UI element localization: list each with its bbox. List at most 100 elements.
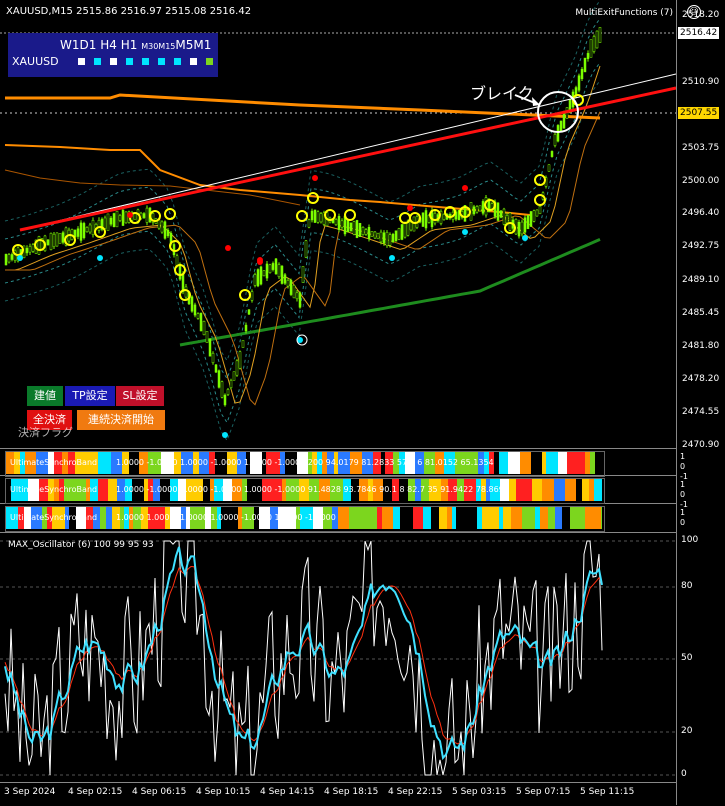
candle-body (550, 151, 554, 157)
candle-body (49, 232, 53, 250)
candle-body (532, 210, 536, 222)
candle-body (364, 229, 368, 235)
tf-m30[interactable]: M30 (141, 42, 158, 51)
candle-body (592, 36, 596, 52)
candle-body (190, 296, 194, 312)
price-tick: 2510.90 (682, 77, 720, 87)
candle-body (202, 321, 206, 335)
candle-body (421, 212, 425, 227)
orange-ma-mid (4, 144, 531, 216)
tf-d1[interactable]: D1 (80, 38, 97, 52)
candle-body (433, 212, 437, 224)
price-axis[interactable]: 2518.20 2510.90 2503.75 2500.00 2496.40 2492.… (676, 0, 725, 805)
price-tick: 2474.55 (682, 407, 720, 417)
candle-body (292, 285, 296, 299)
candle-body (181, 273, 185, 292)
candle-body (559, 120, 563, 133)
candle-body (340, 220, 344, 228)
candle-body (115, 210, 119, 228)
candle-body (28, 246, 32, 253)
candle-body (4, 253, 8, 266)
signal-dot-red (462, 185, 468, 191)
osc-level-label: 0 (681, 769, 687, 779)
candle-body (385, 232, 389, 246)
candle-body (229, 379, 233, 389)
candle-body (352, 221, 356, 235)
candle-body (268, 264, 272, 273)
candle-body (361, 227, 365, 235)
price-tick: 2492.75 (682, 241, 720, 251)
candle-body (238, 351, 242, 369)
candle-body (277, 264, 281, 277)
band-side-labels: 1 0 -1 (680, 452, 688, 481)
candle-body (586, 53, 590, 59)
tf-h4[interactable]: H4 (100, 38, 117, 52)
line-price-label: 2507.55 (678, 107, 720, 119)
candle-body (394, 230, 398, 242)
separator (0, 532, 676, 533)
price-tick: 2485.45 (682, 308, 720, 318)
osc-level-label: 100 (681, 535, 699, 545)
candle-body (283, 274, 287, 284)
candle-body (403, 222, 407, 238)
tf-m5[interactable]: M5 (175, 38, 193, 52)
candle-body (346, 219, 350, 233)
price-tick: 2478.20 (682, 374, 720, 384)
tf-h1[interactable]: H1 (121, 38, 138, 52)
synchro-band-1: UltimateSynchroBand 1.0000 -1.0000 1.000… (5, 451, 605, 477)
tf-m1[interactable]: M1 (193, 38, 211, 52)
candle-body (442, 214, 446, 220)
candle-body (349, 222, 353, 232)
separator (0, 448, 676, 449)
band-label: UltimateSynchroBand (10, 458, 98, 467)
candle-body (538, 206, 542, 214)
time-tick: 4 Sep 02:15 (68, 787, 123, 797)
trend-square (126, 58, 133, 65)
candle-body (25, 247, 29, 254)
candle-body (76, 228, 80, 237)
current-price-label: 2516.42 (678, 27, 720, 39)
trend-square (190, 58, 197, 65)
candle-body (547, 164, 551, 172)
candle-body (298, 292, 302, 308)
candle-body (217, 370, 221, 388)
candle-body (337, 216, 341, 230)
candle-body (220, 381, 224, 398)
candle-body (196, 313, 200, 319)
tp-setting-button[interactable]: TP設定 (65, 386, 115, 406)
trend-square (158, 58, 165, 65)
trend-square (174, 58, 181, 65)
signal-dot-red (225, 245, 231, 251)
candle-body (226, 389, 230, 395)
candle-body (412, 216, 416, 232)
candle-body (199, 312, 203, 332)
candle-body (193, 304, 197, 316)
candle-body (106, 213, 110, 231)
tf-m15[interactable]: M15 (158, 42, 175, 51)
break-annotation: ブレイク (470, 84, 534, 103)
candle-body (373, 231, 377, 239)
candle-body (7, 254, 11, 263)
candle-body (79, 222, 83, 241)
signal-dot-cyan (222, 432, 228, 438)
candle-body (97, 220, 101, 231)
breakeven-button[interactable]: 建値 (27, 386, 63, 406)
candle-body (118, 215, 122, 221)
sl-setting-button[interactable]: SL設定 (116, 386, 164, 406)
time-axis[interactable]: 3 Sep 2024 4 Sep 02:15 4 Sep 06:15 4 Sep 10… (0, 782, 676, 806)
candle-body (334, 219, 338, 225)
candle-body (517, 221, 521, 237)
candle-body (391, 233, 395, 243)
time-tick: 5 Sep 11:15 (580, 787, 635, 797)
candle-body (388, 234, 392, 246)
oscillator-line-fast (4, 540, 603, 776)
continuous-close-button[interactable]: 連続決済開始 (77, 410, 165, 430)
signal-dot-red (407, 205, 413, 211)
candle-body (82, 223, 86, 239)
candle-body (478, 205, 482, 212)
candle-body (499, 210, 503, 218)
tf-w1[interactable]: W1 (60, 38, 80, 52)
candle-body (91, 220, 95, 235)
signal-dot-red (312, 175, 318, 181)
candle-body (178, 263, 182, 280)
